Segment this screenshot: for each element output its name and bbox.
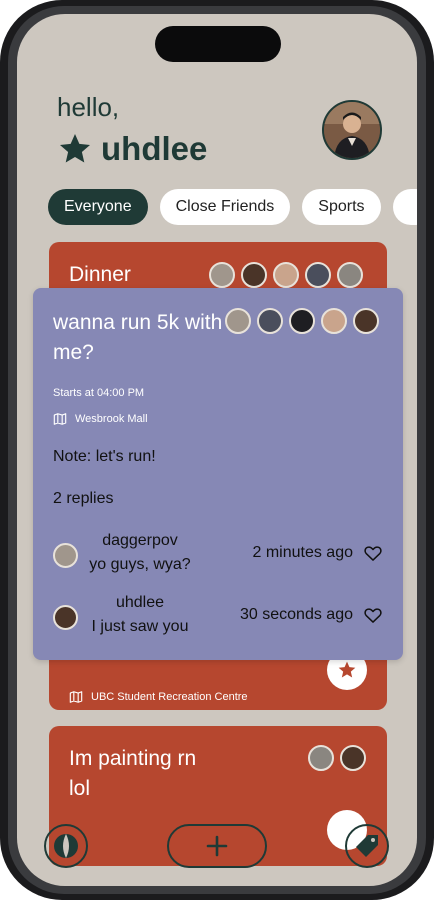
avatar bbox=[241, 262, 267, 288]
phone-frame: hello, uhdlee Everyone Close Friends Spo… bbox=[0, 0, 434, 900]
avatar bbox=[340, 745, 366, 771]
filter-chips: Everyone Close Friends Sports bbox=[48, 189, 417, 225]
event-location: UBC Student Recreation Centre bbox=[91, 691, 248, 703]
filter-sports[interactable]: Sports bbox=[302, 189, 381, 225]
app-screen: hello, uhdlee Everyone Close Friends Spo… bbox=[17, 14, 417, 886]
avatar bbox=[308, 745, 334, 771]
map-icon bbox=[69, 691, 83, 703]
avatar bbox=[257, 308, 283, 334]
reply-time: 2 minutes ago bbox=[252, 544, 353, 561]
star-icon bbox=[338, 661, 356, 678]
map-nav-button[interactable] bbox=[44, 824, 88, 868]
reply-avatar bbox=[53, 605, 78, 630]
globe-icon bbox=[54, 834, 78, 858]
reply-time: 30 seconds ago bbox=[240, 606, 353, 623]
filter-more[interactable] bbox=[392, 189, 417, 225]
avatar bbox=[273, 262, 299, 288]
detail-title: wanna run 5k with me? bbox=[53, 311, 223, 364]
greeting-name-row: uhdlee bbox=[57, 130, 207, 168]
detail-location-row: Wesbrook Mall bbox=[53, 412, 148, 426]
profile-avatar[interactable] bbox=[322, 100, 382, 160]
bottom-nav bbox=[17, 814, 417, 886]
dynamic-island bbox=[155, 26, 281, 62]
detail-location: Wesbrook Mall bbox=[75, 413, 148, 425]
avatar bbox=[353, 308, 379, 334]
avatar bbox=[209, 262, 235, 288]
event-title: Im painting rn lol bbox=[69, 747, 197, 800]
avatar bbox=[305, 262, 331, 288]
add-event-button[interactable] bbox=[167, 824, 267, 868]
avatar bbox=[337, 262, 363, 288]
plus-icon bbox=[206, 835, 228, 857]
reply-username: uhdlee bbox=[115, 594, 165, 611]
avatar bbox=[225, 308, 251, 334]
tag-icon bbox=[356, 835, 378, 857]
replies-count[interactable]: 2 replies bbox=[53, 490, 113, 508]
reply-username: daggerpov bbox=[102, 532, 178, 549]
reply-item: daggerpov yo guys, wya? 2 minutes ago bbox=[53, 532, 383, 580]
map-icon bbox=[53, 413, 67, 425]
filter-everyone[interactable]: Everyone bbox=[48, 189, 148, 225]
reply-item: uhdlee I just saw you 30 seconds ago bbox=[53, 594, 383, 642]
reply-message: I just saw you bbox=[91, 618, 189, 635]
attendee-avatars bbox=[209, 262, 363, 288]
attendee-avatars bbox=[308, 745, 366, 771]
attendee-avatars bbox=[225, 308, 379, 334]
reply-message: yo guys, wya? bbox=[89, 556, 191, 573]
tag-nav-button[interactable] bbox=[345, 824, 389, 868]
avatar bbox=[321, 308, 347, 334]
event-detail-popup: wanna run 5k with me? Starts at 04:00 PM… bbox=[33, 288, 403, 660]
avatar bbox=[289, 308, 315, 334]
heart-icon[interactable] bbox=[363, 605, 383, 625]
event-location-row: UBC Student Recreation Centre bbox=[69, 690, 248, 704]
detail-note: Note: let's run! bbox=[53, 448, 156, 465]
username: uhdlee bbox=[101, 130, 208, 167]
star-icon bbox=[60, 134, 90, 163]
reply-avatar bbox=[53, 543, 78, 568]
heart-icon[interactable] bbox=[363, 543, 383, 563]
filter-close-friends[interactable]: Close Friends bbox=[159, 189, 291, 225]
greeting-hello: hello, bbox=[57, 92, 120, 122]
event-title: Dinner bbox=[69, 263, 131, 286]
detail-start-time: Starts at 04:00 PM bbox=[53, 387, 145, 399]
